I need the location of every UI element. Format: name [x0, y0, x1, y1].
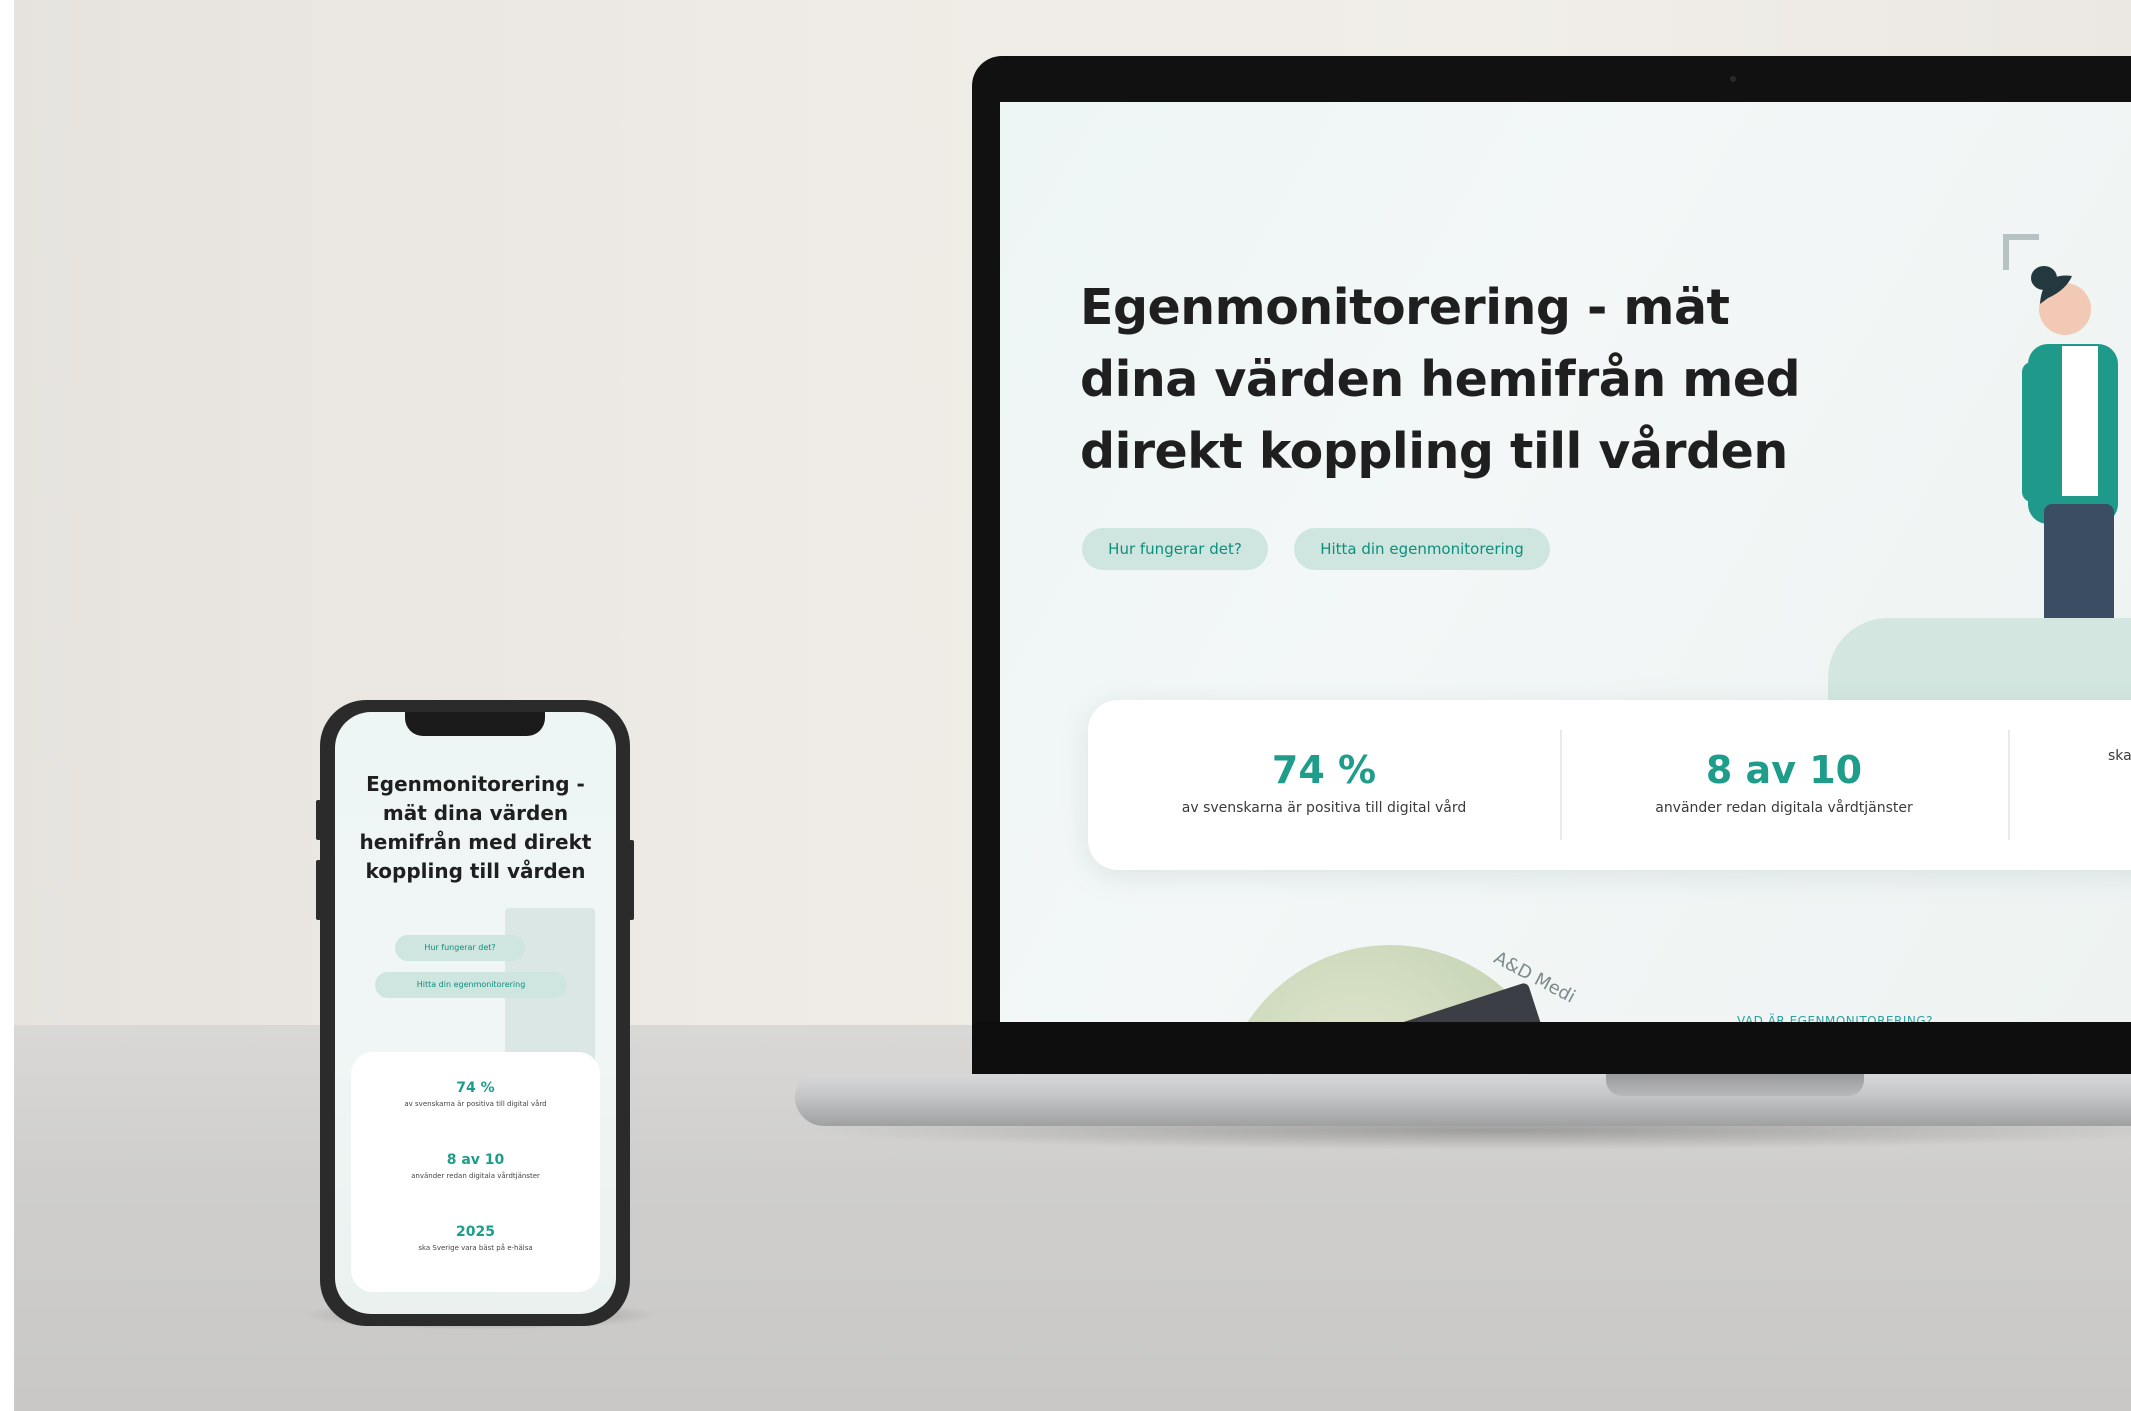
person-shirt — [2062, 346, 2098, 496]
phone-notch — [405, 712, 545, 736]
phone-stat-value: 74 % — [456, 1080, 495, 1096]
person-arm — [2022, 362, 2044, 502]
phone-screen: Egenmonitorering - mät dina värden hemif… — [335, 712, 616, 1314]
phone-find-monitoring-button[interactable]: Hitta din egenmonitorering — [375, 972, 567, 998]
phone-how-it-works-button[interactable]: Hur fungerar det? — [395, 935, 525, 961]
find-monitoring-button[interactable]: Hitta din egenmonitorering — [1294, 528, 1550, 570]
stat-label: använder redan digitala vårdtjänster — [1655, 800, 1913, 816]
image-border — [0, 0, 14, 1411]
phone-stat-item: 2025 ska Sverige vara bäst på e-hälsa — [351, 1224, 600, 1252]
phone-stats-card: 74 % av svenskarna är positiva till digi… — [351, 1052, 600, 1292]
phone-stat-label: använder redan digitala vårdtjänster — [411, 1172, 540, 1180]
phone-stat-item: 8 av 10 använder redan digitala vårdtjän… — [351, 1152, 600, 1180]
phone-stat-item: 74 % av svenskarna är positiva till digi… — [351, 1080, 600, 1108]
phone-stat-label: ska Sverige vara bäst på e-hälsa — [418, 1244, 533, 1252]
stat-value: 8 av 10 — [1705, 748, 1863, 792]
how-it-works-button[interactable]: Hur fungerar det? — [1082, 528, 1268, 570]
person-bun — [2031, 266, 2057, 290]
mockup-scene: Egenmonitorering - mät dina värden hemif… — [0, 0, 2131, 1411]
laptop-bezel — [972, 1022, 2131, 1074]
phone-stat-value: 2025 — [456, 1224, 495, 1240]
stat-item: 8 av 10 använder redan digitala vårdtjän… — [1560, 700, 2008, 870]
stat-label: av svenskarna är positiva till digital v… — [1181, 800, 1467, 816]
stats-card: 74 % av svenskarna är positiva till digi… — [1088, 700, 2131, 870]
stat-item: ska — [2008, 700, 2131, 870]
stat-item: 74 % av svenskarna är positiva till digi… — [1088, 700, 1560, 870]
laptop-opening-notch — [1606, 1074, 1864, 1096]
laptop-base — [795, 1074, 2131, 1126]
laptop-screen: Egenmonitorering - mät dina värden hemif… — [1000, 102, 2131, 1022]
phone-hero-title: Egenmonitorering - mät dina värden hemif… — [359, 772, 592, 883]
hero-title: Egenmonitorering - mät dina värden hemif… — [1080, 279, 1801, 480]
stat-label: ska — [2108, 748, 2131, 764]
laptop-camera — [1730, 76, 1736, 82]
section-kicker[interactable]: VAD ÄR EGENMONITORERING? — [1737, 1014, 1933, 1022]
phone-stat-value: 8 av 10 — [446, 1152, 505, 1168]
stat-value: 74 % — [1271, 748, 1377, 792]
phone-stat-label: av svenskarna är positiva till digital v… — [404, 1100, 547, 1108]
